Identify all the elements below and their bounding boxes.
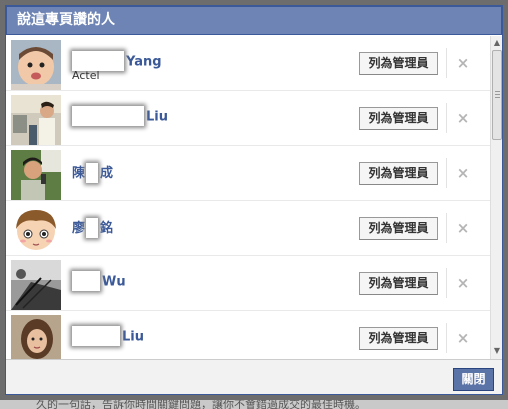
likes-dialog: 說這專頁讚的人 Yang Actel 列為管理員 × Liu 列為管理員 × 陳…	[0, 0, 508, 400]
people-list[interactable]: Yang Actel 列為管理員 × Liu 列為管理員 × 陳 成 列為管理員…	[6, 36, 502, 359]
remove-icon[interactable]: ×	[456, 274, 470, 292]
dialog-title: 說這專頁讚的人	[6, 6, 502, 35]
make-admin-button[interactable]: 列為管理員	[359, 162, 438, 185]
person-name[interactable]: Liu	[72, 106, 168, 127]
person-name[interactable]: 廖銘	[72, 217, 113, 239]
scroll-grip-icon	[495, 91, 500, 98]
make-admin-button[interactable]: 列為管理員	[359, 107, 438, 130]
redacted-name	[86, 162, 99, 183]
redacted-name	[72, 106, 144, 126]
divider	[446, 48, 447, 78]
redacted-name	[72, 271, 100, 291]
list-scrollbar[interactable]: ▲ ▼	[490, 36, 502, 359]
redacted-name	[72, 51, 124, 71]
divider	[446, 103, 447, 133]
divider	[446, 213, 447, 243]
person-row: 廖銘 列為管理員 ×	[6, 201, 490, 256]
make-admin-button[interactable]: 列為管理員	[359, 52, 438, 75]
make-admin-button[interactable]: 列為管理員	[359, 217, 438, 240]
dialog-body: 說這專頁讚的人 Yang Actel 列為管理員 × Liu 列為管理員 × 陳…	[5, 5, 503, 395]
divider	[446, 268, 447, 298]
scroll-thumb[interactable]	[492, 50, 502, 140]
person-row: 陳成 列為管理員 ×	[6, 146, 490, 201]
remove-icon[interactable]: ×	[456, 164, 470, 182]
divider	[446, 158, 447, 188]
remove-icon[interactable]: ×	[456, 219, 470, 237]
avatar[interactable]	[11, 150, 61, 200]
remove-icon[interactable]: ×	[456, 329, 470, 347]
person-name[interactable]: Wu	[72, 271, 126, 292]
redacted-name	[72, 326, 120, 346]
close-button[interactable]: 關閉	[453, 368, 494, 391]
person-row: Liu 列為管理員 ×	[6, 311, 490, 359]
person-row: Wu 列為管理員 ×	[6, 256, 490, 311]
make-admin-button[interactable]: 列為管理員	[359, 272, 438, 295]
avatar[interactable]	[11, 260, 61, 310]
remove-icon[interactable]: ×	[456, 109, 470, 127]
person-subtitle: Actel	[72, 69, 100, 82]
person-name[interactable]: Liu	[72, 326, 144, 347]
scroll-down-arrow-icon[interactable]: ▼	[491, 345, 503, 357]
avatar[interactable]	[11, 315, 61, 359]
avatar[interactable]	[11, 40, 61, 90]
avatar[interactable]	[11, 205, 61, 255]
redacted-name	[86, 217, 99, 238]
dialog-footer: 關閉	[6, 359, 502, 394]
scroll-up-arrow-icon[interactable]: ▲	[491, 37, 503, 49]
person-row: Yang Actel 列為管理員 ×	[6, 36, 490, 91]
divider	[446, 323, 447, 353]
avatar[interactable]	[11, 95, 61, 145]
remove-icon[interactable]: ×	[456, 54, 470, 72]
make-admin-button[interactable]: 列為管理員	[359, 327, 438, 350]
person-row: Liu 列為管理員 ×	[6, 91, 490, 146]
person-name[interactable]: 陳成	[72, 162, 113, 184]
